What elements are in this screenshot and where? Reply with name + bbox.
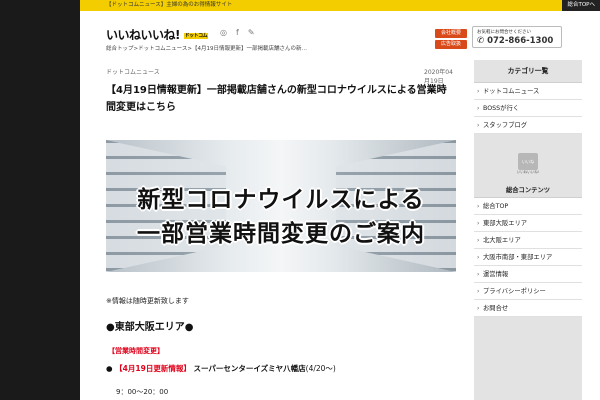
like-badge-icon: いいね bbox=[518, 153, 538, 170]
social-links: ◎ f ✎ bbox=[220, 28, 255, 37]
category-heading: カテゴリ一覧 bbox=[474, 60, 582, 83]
sidebar-item-boss[interactable]: › BOSSが行く bbox=[474, 100, 582, 117]
top-bar: 【ドットコムニュース】主婦の為のお得情報サイト 総合TOPへ bbox=[80, 0, 600, 11]
sidebar-item-osaka-south-east[interactable]: › 大阪市南部・東部エリア bbox=[474, 249, 582, 266]
sidebar-item-operation[interactable]: › 運営情報 bbox=[474, 266, 582, 283]
category-list: › ドットコムニュース › BOSSが行く › スタッフブログ bbox=[474, 83, 582, 134]
ads-button[interactable]: 広告取扱 bbox=[435, 40, 467, 49]
company-button[interactable]: 会社概要 bbox=[435, 29, 467, 38]
chevron-right-icon: › bbox=[477, 88, 480, 95]
chevron-right-icon: › bbox=[477, 237, 480, 244]
sidebar-item-north-osaka[interactable]: › 北大阪エリア bbox=[474, 232, 582, 249]
store-period: (4/20〜) bbox=[305, 364, 336, 373]
bullet: ● bbox=[106, 364, 113, 373]
breadcrumb[interactable]: 総合トップ>ドットコムニュース>【4月19日情報更新】一部掲載店舗さんの新… bbox=[106, 44, 307, 52]
area-heading: ●東部大阪エリア● bbox=[106, 322, 194, 333]
chevron-right-icon: › bbox=[477, 203, 480, 210]
chevron-right-icon: › bbox=[477, 105, 480, 112]
article-category[interactable]: ドットコムニュース bbox=[106, 67, 160, 76]
chevron-right-icon: › bbox=[477, 271, 480, 278]
site-logo[interactable]: いいねいいね! ドットコム bbox=[106, 26, 209, 43]
sidebar-item-general-top[interactable]: › 総合TOP bbox=[474, 198, 582, 215]
chevron-right-icon: › bbox=[477, 254, 480, 261]
sidebar-gap bbox=[474, 134, 582, 144]
sidebar-item-privacy[interactable]: › プライバシーポリシー bbox=[474, 283, 582, 300]
badge-subtitle: いいねいいね! bbox=[516, 170, 540, 174]
hero-line-2: 一部営業時間変更のご案内 bbox=[137, 221, 425, 247]
article-title: 【4月19日情報更新】一部掲載店舗さんの新型コロナウイルスによる営業時間変更はこ… bbox=[106, 85, 447, 113]
site-tagline: 【ドットコムニュース】主婦の為のお得情報サイト bbox=[106, 2, 233, 8]
general-list: › 総合TOP › 東部大阪エリア › 北大阪エリア › 大阪市南部・東部エリア › 運営… bbox=[474, 198, 582, 317]
instagram-icon[interactable]: ◎ bbox=[220, 28, 227, 37]
chevron-right-icon: › bbox=[477, 305, 480, 312]
general-top-button[interactable]: 総合TOPへ bbox=[562, 0, 600, 11]
logo-sub: ドットコム bbox=[183, 33, 209, 39]
phone-number: ✆ 072-866-1300 bbox=[477, 36, 554, 46]
chevron-right-icon: › bbox=[477, 122, 480, 129]
sidebar-item-contact[interactable]: › お問合せ bbox=[474, 300, 582, 317]
facebook-icon[interactable]: f bbox=[236, 28, 239, 37]
chevron-right-icon: › bbox=[477, 220, 480, 227]
update-note: ※情報は随時更新致します bbox=[106, 297, 189, 305]
sidebar: カテゴリ一覧 › ドットコムニュース › BOSSが行く › スタッフブログ いいね … bbox=[474, 60, 582, 400]
chevron-right-icon: › bbox=[477, 288, 480, 295]
page-frame: 【ドットコムニュース】主婦の為のお得情報サイト 総合TOPへ いいねいいね! ド… bbox=[80, 0, 600, 400]
twitter-icon[interactable]: ✎ bbox=[248, 28, 255, 37]
store-name: スーパーセンターイズミヤ八幡店 bbox=[193, 364, 306, 373]
badge-area: いいね いいねいいね! bbox=[474, 144, 582, 184]
sidebar-item-east-osaka[interactable]: › 東部大阪エリア bbox=[474, 215, 582, 232]
phone-box[interactable]: お気軽にお問合せください ✆ 072-866-1300 bbox=[472, 26, 562, 48]
site-header: いいねいいね! ドットコム ◎ f ✎ 会社概要 広告取扱 お気軽にお問合せくだ… bbox=[80, 11, 600, 49]
store-hours: 9：00〜20：00 bbox=[116, 388, 169, 396]
sidebar-item-dotcom-news[interactable]: › ドットコムニュース bbox=[474, 83, 582, 100]
hero-line-1: 新型コロナウイルスによる bbox=[137, 187, 425, 213]
sidebar-item-staff-blog[interactable]: › スタッフブログ bbox=[474, 117, 582, 134]
update-label: 【4月19日更新情報】 bbox=[115, 364, 191, 373]
change-tag: 【営業時間変更】 bbox=[108, 347, 164, 355]
phone-label: お気軽にお問合せください bbox=[477, 30, 531, 35]
general-heading: 総合コンテンツ bbox=[474, 184, 582, 198]
store-line: ● 【4月19日更新情報】 スーパーセンターイズミヤ八幡店(4/20〜) bbox=[106, 363, 336, 374]
hero-image: 新型コロナウイルスによる 一部営業時間変更のご案内 bbox=[106, 140, 456, 272]
logo-text: いいねいいね! bbox=[106, 28, 180, 42]
